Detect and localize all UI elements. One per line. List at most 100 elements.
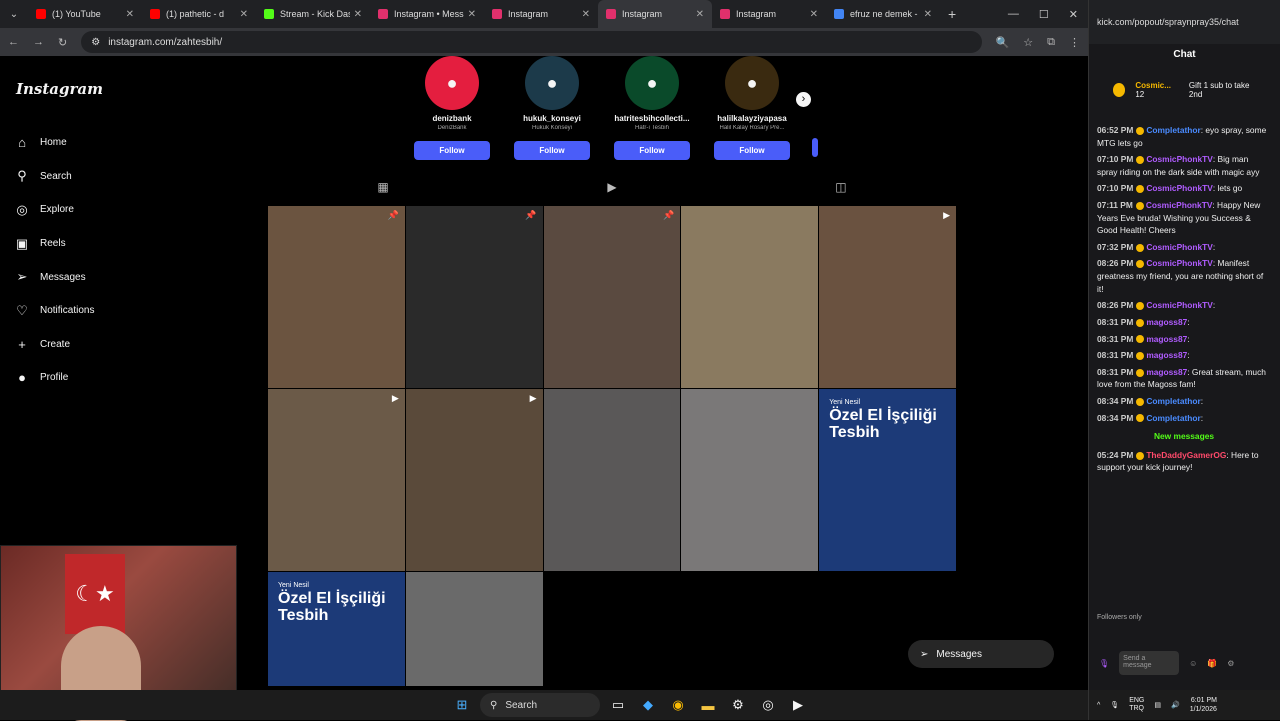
volume-icon[interactable]: 🔊 <box>1171 701 1180 709</box>
browser-tab[interactable]: (1) YouTube ✕ <box>28 0 142 28</box>
extensions-icon[interactable]: ⧉ <box>1047 36 1055 49</box>
close-tab-icon[interactable]: ✕ <box>582 9 590 20</box>
nav-profile[interactable]: ● Profile <box>14 361 94 395</box>
reels-tab-icon[interactable]: ▶ <box>607 180 616 194</box>
kick-url[interactable]: kick.com/popout/spraynpray35/chat <box>1097 17 1239 27</box>
nav-explore[interactable]: ◎ Explore <box>14 193 94 227</box>
grid-icon[interactable]: ▦ <box>377 180 388 194</box>
search-icon: ⚲ <box>17 168 27 184</box>
zoom-icon[interactable]: 🔍 <box>996 36 1010 49</box>
obs-icon[interactable]: ◎ <box>756 693 780 717</box>
site-info-icon[interactable]: ⚙ <box>91 37 100 48</box>
task-view-icon[interactable]: ▭ <box>606 693 630 717</box>
tab-title: efruz ne demek - G <box>850 9 920 19</box>
mic-icon[interactable]: 🎙 <box>1099 659 1109 668</box>
post-thumbnail[interactable]: ▶ <box>268 389 405 571</box>
account-username[interactable]: hatritesbihcollecti... <box>612 114 692 123</box>
post-thumbnail[interactable]: 📌 <box>543 206 681 388</box>
menu-icon[interactable]: ⋮ <box>1069 36 1080 49</box>
chat-message: 08:34 PM Completathor: <box>1097 395 1204 406</box>
follow-button[interactable]: Follow <box>514 141 590 160</box>
file-explorer-icon[interactable]: ▬ <box>696 693 720 717</box>
maximize-button[interactable]: ☐ <box>1039 8 1049 21</box>
post-caption: Yeni Nesil Özel El İşçiliği Tesbih <box>829 399 937 442</box>
new-tab-button[interactable]: + <box>948 6 956 22</box>
browser-tab[interactable]: Instagram ✕ <box>484 0 598 28</box>
browser-tab[interactable]: efruz ne demek - G ✕ <box>826 0 940 28</box>
account-avatar[interactable]: ● <box>425 56 479 110</box>
nav-home[interactable]: ⌂ Home <box>14 126 94 160</box>
browser-tab[interactable]: Instagram ✕ <box>598 0 712 28</box>
settings-icon[interactable]: ⚙ <box>1227 659 1234 668</box>
bookmark-star-icon[interactable]: ☆ <box>1023 36 1033 49</box>
next-arrow-icon[interactable]: › <box>796 92 811 107</box>
post-thumbnail[interactable] <box>681 206 819 388</box>
nav-messages[interactable]: ➢ Messages <box>14 260 94 294</box>
account-avatar[interactable]: ● <box>725 56 779 110</box>
settings-icon[interactable]: ⚙ <box>726 693 750 717</box>
media-icon[interactable]: ▶ <box>786 693 810 717</box>
browser-tab[interactable]: Instagram ✕ <box>712 0 826 28</box>
follow-button[interactable]: Follow <box>614 141 690 160</box>
close-tab-icon[interactable]: ✕ <box>126 9 134 20</box>
taskbar-search[interactable]: ⚲ Search <box>480 693 600 717</box>
emote-icon[interactable]: ☺ <box>1189 659 1197 668</box>
post-thumbnail[interactable] <box>681 389 819 571</box>
tray-chevron-icon[interactable]: ^ <box>1097 702 1100 709</box>
account-username[interactable]: halilkalayziyapasa <box>712 114 792 123</box>
back-icon[interactable]: ← <box>8 36 19 48</box>
nav-reels[interactable]: ▣ Reels <box>14 227 94 261</box>
tab-title: Stream - Kick Dash <box>280 9 350 19</box>
copilot-icon[interactable]: ◆ <box>636 693 660 717</box>
messages-bar[interactable]: ➢ Messages <box>908 640 1054 668</box>
tab-favicon-icon <box>150 9 160 19</box>
follow-button[interactable]: Follow <box>414 141 490 160</box>
forward-icon[interactable]: → <box>33 36 44 48</box>
turkish-flag: ☾★ <box>65 554 125 634</box>
post-thumbnail[interactable]: Yeni Nesil Özel El İşçiliği Tesbih <box>268 572 405 686</box>
tab-search-button[interactable]: ⌄ <box>0 0 28 28</box>
post-thumbnail[interactable]: Yeni Nesil Özel El İşçiliği Tesbih <box>819 389 956 571</box>
network-icon[interactable]: ▤ <box>1154 701 1161 709</box>
account-username[interactable]: hukuk_konseyi <box>512 114 592 123</box>
gift-icon[interactable]: 🎁 <box>1207 659 1217 668</box>
account-username[interactable]: denizbank <box>412 114 492 123</box>
post-thumbnail[interactable]: ▶ <box>405 389 543 571</box>
post-thumbnail[interactable] <box>543 389 681 571</box>
post-thumbnail[interactable]: 📌 <box>405 206 543 388</box>
close-tab-icon[interactable]: ✕ <box>924 9 932 20</box>
follow-button[interactable]: Follow <box>714 141 790 160</box>
tagged-icon[interactable]: ◫ <box>835 180 846 194</box>
follow-button-partial[interactable] <box>812 138 818 157</box>
close-tab-icon[interactable]: ✕ <box>240 9 248 20</box>
suggestion-card: ● halilkalayziyapasa Halil Kalay Rosary … <box>712 56 792 160</box>
nav-create[interactable]: + Create <box>14 328 94 362</box>
post-thumbnail[interactable]: ▶ <box>819 206 956 388</box>
post-thumbnail[interactable] <box>405 572 543 686</box>
tab-favicon-icon <box>378 9 388 19</box>
close-window-button[interactable]: ✕ <box>1069 8 1078 21</box>
browser-tab[interactable]: (1) pathetic - d ✕ <box>142 0 256 28</box>
url-field[interactable]: ⚙ instagram.com/zahtesbih/ <box>81 31 982 53</box>
close-tab-icon[interactable]: ✕ <box>810 9 818 20</box>
browser-tab[interactable]: Instagram • Messa ✕ <box>370 0 484 28</box>
nav-notifications[interactable]: ♡ Notifications <box>14 294 94 328</box>
account-avatar[interactable]: ● <box>625 56 679 110</box>
instagram-logo[interactable]: Instagram <box>16 80 103 98</box>
close-tab-icon[interactable]: ✕ <box>696 9 704 20</box>
chrome-icon[interactable]: ◉ <box>666 693 690 717</box>
minimize-button[interactable]: — <box>1008 8 1019 20</box>
account-avatar[interactable]: ● <box>525 56 579 110</box>
close-tab-icon[interactable]: ✕ <box>354 9 362 20</box>
chat-message: 08:31 PM magoss87: Great stream, much lov… <box>1097 366 1266 390</box>
reload-icon[interactable]: ↻ <box>58 36 67 49</box>
clock[interactable]: 6:01 PM 1/1/2026 <box>1190 696 1217 714</box>
windows-start-icon[interactable]: ⊞ <box>450 693 474 717</box>
window-controls: — ☐ ✕ <box>998 0 1088 28</box>
close-tab-icon[interactable]: ✕ <box>468 9 476 20</box>
pinned-gifter[interactable]: Cosmic... 12 Gift 1 sub to take 2nd <box>1089 66 1280 114</box>
chat-input[interactable]: Send a message <box>1119 651 1180 675</box>
browser-tab[interactable]: Stream - Kick Dash ✕ <box>256 0 370 28</box>
post-thumbnail[interactable]: 📌 <box>268 206 405 388</box>
nav-search[interactable]: ⚲ Search <box>14 160 94 194</box>
